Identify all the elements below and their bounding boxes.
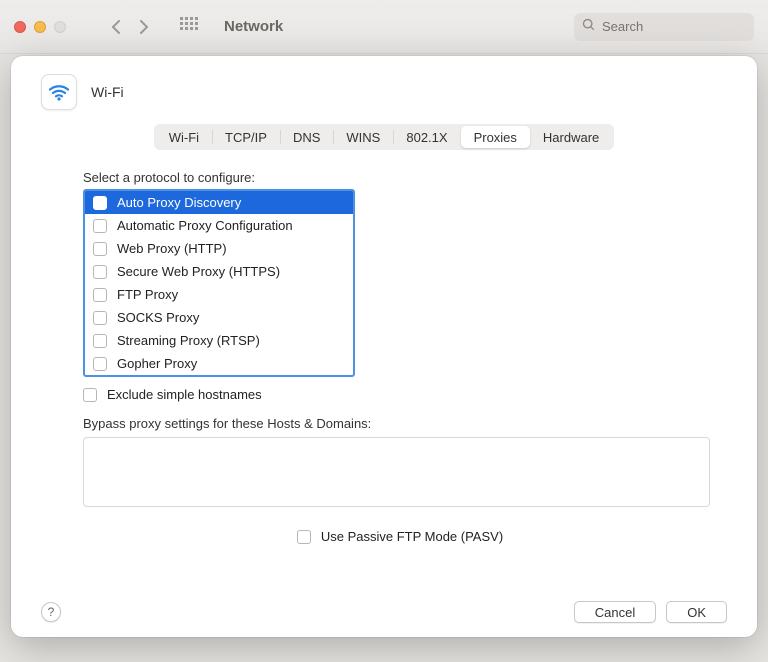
search-field[interactable] (574, 13, 754, 41)
checkbox[interactable] (93, 288, 107, 302)
tab-bar: Wi-Fi TCP/IP DNS WINS 802.1X Proxies Har… (154, 124, 615, 150)
protocol-row-http[interactable]: Web Proxy (HTTP) (85, 237, 353, 260)
tab-hardware[interactable]: Hardware (530, 126, 612, 148)
checkbox[interactable] (93, 311, 107, 325)
protocol-row-socks[interactable]: SOCKS Proxy (85, 306, 353, 329)
exclude-checkbox[interactable] (83, 388, 97, 402)
protocol-label: Secure Web Proxy (HTTPS) (117, 264, 280, 279)
checkbox[interactable] (93, 334, 107, 348)
passive-ftp-label: Use Passive FTP Mode (PASV) (321, 529, 503, 544)
help-button[interactable]: ? (41, 602, 61, 622)
tab-wifi[interactable]: Wi-Fi (156, 126, 212, 148)
checkbox[interactable] (93, 196, 107, 210)
back-button[interactable] (104, 15, 128, 39)
protocol-label: Gopher Proxy (117, 356, 197, 371)
checkbox[interactable] (93, 265, 107, 279)
bypass-textarea[interactable] (83, 437, 710, 507)
settings-sheet: Wi-Fi Wi-Fi TCP/IP DNS WINS 802.1X Proxi… (11, 56, 757, 637)
zoom-window-button[interactable] (54, 21, 66, 33)
tab-wins[interactable]: WINS (333, 126, 393, 148)
close-window-button[interactable] (14, 21, 26, 33)
protocol-row-auto-config[interactable]: Automatic Proxy Configuration (85, 214, 353, 237)
traffic-lights (14, 21, 66, 33)
protocol-label: SOCKS Proxy (117, 310, 199, 325)
protocol-row-gopher[interactable]: Gopher Proxy (85, 352, 353, 375)
bypass-heading: Bypass proxy settings for these Hosts & … (83, 416, 717, 431)
window-title: Network (224, 18, 283, 35)
show-all-icon[interactable] (180, 17, 200, 37)
protocol-row-rtsp[interactable]: Streaming Proxy (RTSP) (85, 329, 353, 352)
cancel-button[interactable]: Cancel (574, 601, 656, 623)
page-title: Wi-Fi (91, 84, 124, 100)
protocol-row-https[interactable]: Secure Web Proxy (HTTPS) (85, 260, 353, 283)
protocol-label: Streaming Proxy (RTSP) (117, 333, 260, 348)
wifi-icon (41, 74, 77, 110)
window-toolbar: Network (0, 0, 768, 54)
search-input[interactable] (602, 19, 746, 34)
checkbox[interactable] (93, 357, 107, 371)
minimize-window-button[interactable] (34, 21, 46, 33)
passive-ftp-checkbox[interactable] (297, 530, 311, 544)
protocol-label: Automatic Proxy Configuration (117, 218, 293, 233)
tab-tcpip[interactable]: TCP/IP (212, 126, 280, 148)
ok-button[interactable]: OK (666, 601, 727, 623)
checkbox[interactable] (93, 242, 107, 256)
protocol-row-auto-discovery[interactable]: Auto Proxy Discovery (85, 191, 353, 214)
protocol-label: Auto Proxy Discovery (117, 195, 241, 210)
protocols-heading: Select a protocol to configure: (83, 170, 717, 185)
tab-8021x[interactable]: 802.1X (393, 126, 460, 148)
protocol-row-ftp[interactable]: FTP Proxy (85, 283, 353, 306)
forward-button[interactable] (132, 15, 156, 39)
search-icon (582, 18, 596, 35)
checkbox[interactable] (93, 219, 107, 233)
protocol-list[interactable]: Auto Proxy Discovery Automatic Proxy Con… (83, 189, 355, 377)
tab-proxies[interactable]: Proxies (461, 126, 530, 148)
exclude-label: Exclude simple hostnames (107, 387, 262, 402)
protocol-label: FTP Proxy (117, 287, 178, 302)
tab-dns[interactable]: DNS (280, 126, 333, 148)
protocol-label: Web Proxy (HTTP) (117, 241, 227, 256)
